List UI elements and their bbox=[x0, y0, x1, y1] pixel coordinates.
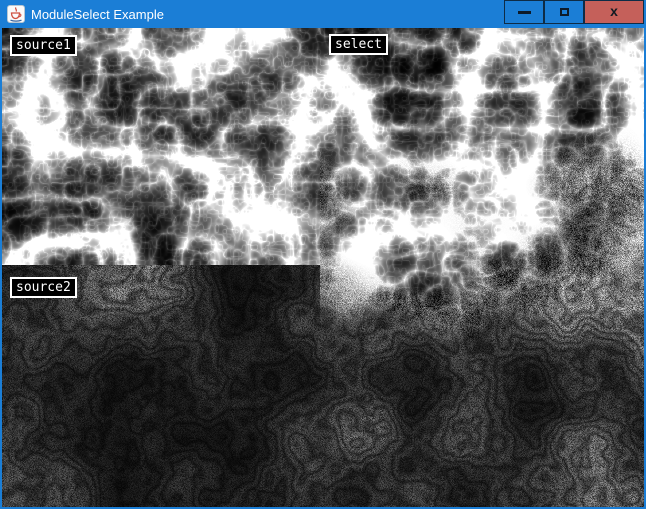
titlebar[interactable]: ModuleSelect Example x bbox=[0, 0, 646, 28]
caption-buttons: x bbox=[504, 0, 644, 25]
close-button[interactable]: x bbox=[584, 0, 644, 24]
maximize-button[interactable] bbox=[544, 0, 584, 24]
window-title: ModuleSelect Example bbox=[31, 7, 164, 22]
source1-image bbox=[2, 28, 320, 265]
minimize-icon bbox=[518, 11, 531, 14]
app-window: ModuleSelect Example x source1 select so… bbox=[0, 0, 646, 509]
maximize-icon bbox=[560, 8, 569, 16]
select-label: select bbox=[329, 34, 388, 55]
source2-label: source2 bbox=[10, 277, 77, 298]
source2-image bbox=[2, 265, 320, 507]
close-icon: x bbox=[610, 4, 618, 18]
source1-label: source1 bbox=[10, 35, 77, 56]
java-cup-icon bbox=[7, 5, 25, 23]
minimize-button[interactable] bbox=[504, 0, 544, 24]
render-client-area: source1 select source2 bbox=[2, 28, 644, 507]
